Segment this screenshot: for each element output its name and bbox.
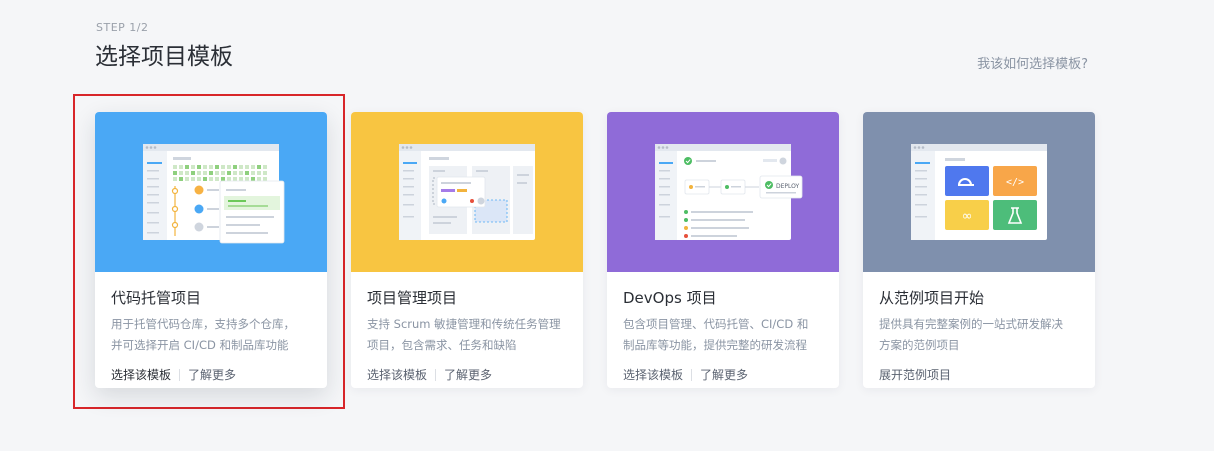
- page-title: 选择项目模板: [95, 44, 233, 70]
- examples-illustration: </> ∞: [911, 144, 1047, 240]
- card-body: 代码托管项目 用于托管代码仓库，支持多个仓库， 并可选择开启 CI/CD 和制品…: [95, 272, 327, 383]
- card-description-line: 制品库等功能，提供完整的研发流程: [623, 338, 807, 352]
- card-title: 代码托管项目: [111, 289, 202, 307]
- action-divider: [435, 368, 437, 381]
- card-actions: 选择该模板 了解更多: [623, 366, 823, 383]
- card-description-line: 方案的范例项目: [879, 338, 960, 352]
- action-divider: [691, 368, 693, 381]
- step-indicator: STEP 1/2: [96, 21, 149, 34]
- select-template-button[interactable]: 选择该模板: [367, 366, 427, 383]
- card-title: 项目管理项目: [367, 289, 458, 307]
- learn-more-link[interactable]: 了解更多: [444, 366, 492, 383]
- template-card-examples[interactable]: </> ∞ 从范例项目开始 提供具有完整案例的一站式研发解决 方案的范例项目 展…: [863, 112, 1095, 388]
- card-description-line: 支持 Scrum 敏捷管理和传统任务管理: [367, 317, 561, 331]
- card-banner: [95, 112, 327, 272]
- devops-illustration: DEPLOY: [655, 144, 803, 240]
- card-title: 从范例项目开始: [879, 289, 985, 307]
- svg-text:∞: ∞: [962, 209, 973, 224]
- select-template-button[interactable]: 选择该模板: [623, 366, 683, 383]
- card-actions: 展开范例项目: [879, 366, 1079, 383]
- card-body: DevOps 项目 包含项目管理、代码托管、CI/CD 和 制品库等功能，提供完…: [607, 272, 839, 383]
- card-description: 提供具有完整案例的一站式研发解决 方案的范例项目: [879, 314, 1079, 356]
- template-card-code-hosting[interactable]: 代码托管项目 用于托管代码仓库，支持多个仓库， 并可选择开启 CI/CD 和制品…: [95, 112, 327, 388]
- card-description: 支持 Scrum 敏捷管理和传统任务管理 项目，包含需求、任务和缺陷: [367, 314, 567, 356]
- card-actions: 选择该模板 了解更多: [367, 366, 567, 383]
- select-template-button[interactable]: 选择该模板: [111, 366, 171, 383]
- card-banner: [351, 112, 583, 272]
- card-banner: DEPLOY: [607, 112, 839, 272]
- card-description-line: 提供具有完整案例的一站式研发解决: [879, 317, 1063, 331]
- learn-more-link[interactable]: 了解更多: [188, 366, 236, 383]
- project-management-illustration: [399, 144, 535, 240]
- card-description-line: 并可选择开启 CI/CD 和制品库功能: [111, 338, 289, 352]
- card-body: 从范例项目开始 提供具有完整案例的一站式研发解决 方案的范例项目 展开范例项目: [863, 272, 1095, 383]
- deploy-label: DEPLOY: [776, 183, 800, 190]
- card-banner: </> ∞: [863, 112, 1095, 272]
- card-description-line: 包含项目管理、代码托管、CI/CD 和: [623, 317, 809, 331]
- learn-more-link[interactable]: 了解更多: [700, 366, 748, 383]
- code-hosting-illustration: [143, 144, 285, 244]
- card-description: 用于托管代码仓库，支持多个仓库， 并可选择开启 CI/CD 和制品库功能: [111, 314, 311, 356]
- expand-examples-button[interactable]: 展开范例项目: [879, 366, 951, 383]
- card-description: 包含项目管理、代码托管、CI/CD 和 制品库等功能，提供完整的研发流程: [623, 314, 823, 356]
- template-card-project-management[interactable]: 项目管理项目 支持 Scrum 敏捷管理和传统任务管理 项目，包含需求、任务和缺…: [351, 112, 583, 388]
- card-actions: 选择该模板 了解更多: [111, 366, 311, 383]
- action-divider: [179, 368, 181, 381]
- card-title: DevOps 项目: [623, 289, 717, 307]
- help-link[interactable]: 我该如何选择模板?: [977, 53, 1088, 72]
- card-body: 项目管理项目 支持 Scrum 敏捷管理和传统任务管理 项目，包含需求、任务和缺…: [351, 272, 583, 383]
- card-description-line: 用于托管代码仓库，支持多个仓库，: [111, 317, 295, 331]
- template-card-devops[interactable]: DEPLOY DevOps 项目 包含项目管理、代码托管、CI/CD 和 制品库…: [607, 112, 839, 388]
- card-description-line: 项目，包含需求、任务和缺陷: [367, 338, 517, 352]
- svg-text:</>: </>: [1006, 177, 1024, 188]
